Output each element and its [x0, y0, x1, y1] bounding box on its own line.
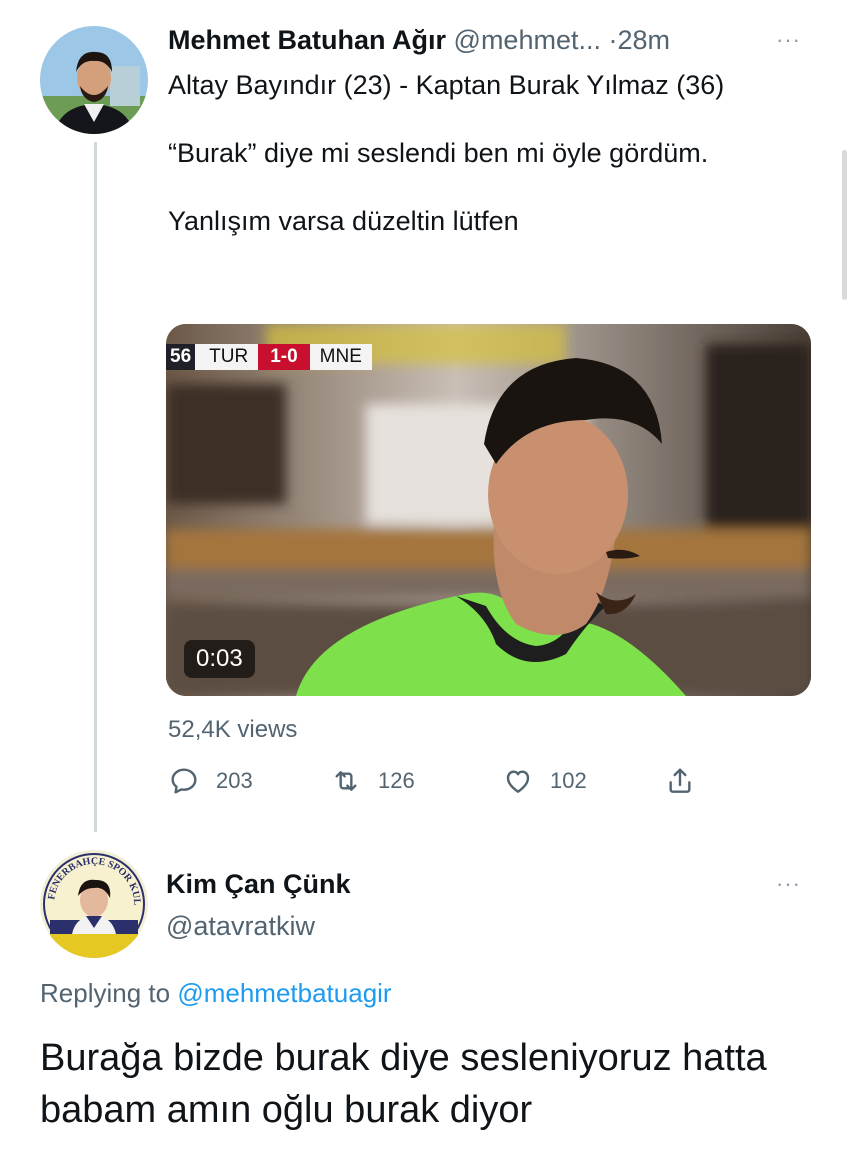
reply-more-options-icon[interactable]: ··· [776, 866, 801, 902]
tweet-header: Mehmet Batuhan Ağır @mehmet... ·28m [168, 22, 808, 58]
author-avatar[interactable] [40, 26, 148, 134]
reply-icon [171, 768, 197, 794]
like-button[interactable]: 102 [502, 764, 587, 798]
replying-to-line: Replying to @mehmetbatuagir [40, 975, 392, 1011]
header-separator: · [608, 25, 618, 55]
like-count: 102 [550, 768, 587, 793]
reply-count: 203 [216, 768, 253, 793]
video-duration-badge: 0:03 [184, 640, 255, 678]
tweet-text-line: “Burak” diye mi seslendi ben mi öyle gör… [168, 138, 709, 168]
scrollbar[interactable] [842, 150, 847, 300]
tweet-text-line: Yanlışım varsa düzeltin lütfen [168, 206, 519, 236]
author-name[interactable]: Mehmet Batuhan Ağır [168, 25, 446, 55]
retweet-button[interactable]: 126 [330, 764, 415, 798]
more-options-icon[interactable]: ··· [776, 22, 801, 58]
reply-author-name[interactable]: Kim Çan Çünk [166, 866, 351, 902]
replying-to-prefix: Replying to [40, 978, 171, 1008]
video-frame [166, 324, 811, 696]
retweet-icon [335, 771, 357, 791]
replying-to-mention-link[interactable]: @mehmetbatuagir [177, 978, 391, 1008]
away-team: MNE [309, 344, 372, 370]
reply-author-handle[interactable]: @atavratkiw [166, 908, 315, 944]
match-score: 1-0 [258, 344, 310, 370]
tweet-action-bar: 203 126 102 [168, 764, 728, 798]
match-minute: 56 [166, 344, 196, 370]
author-handle[interactable]: @mehmet... [454, 25, 601, 55]
share-icon [669, 768, 691, 793]
video-player[interactable]: 56 TUR 1-0 MNE 0:03 [166, 324, 811, 696]
share-button[interactable] [664, 764, 712, 798]
retweet-count: 126 [378, 768, 415, 793]
home-team: TUR [195, 344, 259, 370]
view-count: 52,4K views [168, 716, 298, 743]
reply-button[interactable]: 203 [168, 764, 253, 798]
tweet-timestamp[interactable]: 28m [618, 25, 671, 55]
thread-connector-line [94, 142, 97, 832]
score-overlay: 56 TUR 1-0 MNE [166, 344, 372, 370]
reply-body: Burağa bizde burak diye sesleniyoruz hat… [40, 1037, 767, 1131]
like-icon [506, 770, 530, 793]
reply-author-avatar[interactable]: FENERBAHÇE SPOR KULÜBÜ [40, 850, 148, 958]
tweet-text-line: Altay Bayındır (23) - Kaptan Burak Yılma… [168, 70, 725, 100]
tweet-body: Altay Bayındır (23) - Kaptan Burak Yılma… [168, 68, 808, 238]
